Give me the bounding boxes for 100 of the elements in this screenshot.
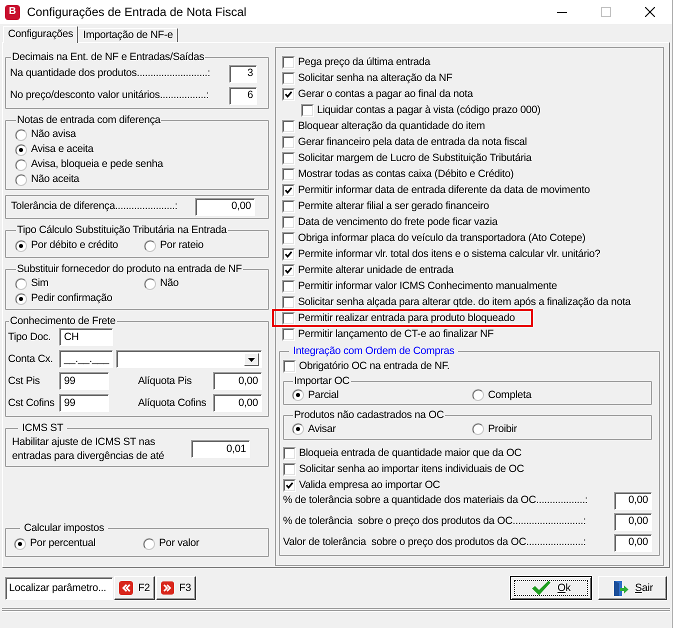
radio-button[interactable] [15, 144, 27, 156]
input-field[interactable]: 99 [59, 394, 109, 412]
radio-label[interactable]: Proibir [488, 422, 517, 436]
checkbox[interactable] [282, 216, 295, 228]
checkbox[interactable] [283, 478, 296, 492]
checkbox-label[interactable]: Bloqueia entrada de quantidade maior que da OC [299, 446, 522, 460]
action-button[interactable]: Ok [510, 576, 592, 600]
radio-label[interactable]: Parcial [308, 388, 339, 402]
input-field[interactable]: 6 [229, 86, 257, 104]
checkbox[interactable] [282, 56, 295, 68]
checkbox[interactable] [282, 184, 295, 196]
checkbox-label[interactable]: Obrigatório OC na entrada de NF. [299, 360, 450, 372]
nav-button[interactable]: F3 [156, 576, 196, 600]
checkbox-label[interactable]: Permitir realizar entrada para produto bloqueado [298, 312, 515, 324]
checkbox-label[interactable]: Pega preço da última entrada [298, 56, 430, 68]
input-field[interactable]: 0,00 [213, 394, 262, 412]
checkbox-label[interactable]: Solicitar margem de Lucro de Substituição Tributária [298, 152, 532, 164]
checkbox[interactable] [282, 168, 295, 180]
input-field[interactable]: 0,00 [614, 512, 652, 530]
search-field[interactable]: Localizar parâmetro... [5, 576, 113, 600]
input-field[interactable]: 0,00 [195, 198, 255, 216]
radio-label[interactable]: Não [160, 277, 179, 290]
checkbox-label[interactable]: Permitir informar data de entrada diferente da data de movimento [298, 184, 590, 196]
field-label: Cst Cofins [8, 396, 56, 410]
checkbox[interactable] [282, 264, 295, 276]
radio-button[interactable] [15, 278, 27, 290]
radio-label[interactable]: Por rateio [160, 239, 204, 252]
checkbox-label[interactable]: Permite alterar filial a ser gerado financeiro [298, 200, 489, 212]
door-exit-icon [612, 580, 630, 596]
checkbox[interactable] [282, 200, 295, 212]
input-field[interactable]: 0,00 [614, 534, 652, 552]
radio-button[interactable] [472, 389, 484, 401]
checkbox-label[interactable]: Solicitar senha alçada para alterar qtde. do item após a finalização da nota [298, 296, 631, 308]
checkbox-label[interactable]: Permite informar vlr. total dos itens e o sistema calcular vlr. unitário? [298, 248, 600, 260]
checkbox[interactable] [282, 88, 295, 100]
radio-label[interactable]: Por débito e crédito [31, 239, 118, 252]
checkbox[interactable] [283, 462, 296, 476]
radio-button[interactable] [292, 389, 304, 401]
checkbox-label[interactable]: Obriga informar placa do veículo da transportadora (Ato Cotepe) [298, 232, 586, 244]
radio-label[interactable]: Por valor [159, 537, 200, 550]
input-field[interactable]: 3 [229, 64, 257, 82]
checkbox-label[interactable]: Bloquear alteração da quantidade do item [298, 120, 485, 132]
checkbox[interactable] [282, 72, 295, 84]
radio-label[interactable]: Completa [488, 388, 532, 402]
input-field[interactable]: 0,00 [213, 372, 262, 390]
checkbox-label[interactable]: Gerar o contas a pagar ao final da nota [298, 88, 473, 100]
checkbox-label[interactable]: Gerar financeiro pela data de entrada da nota fiscal [298, 136, 527, 148]
checkbox-label[interactable]: Permite alterar unidade de entrada [298, 264, 454, 276]
checkbox[interactable] [282, 328, 295, 340]
checkbox[interactable] [301, 104, 314, 116]
input-field[interactable]: 0,01 [191, 440, 250, 458]
nav-button[interactable]: F2 [114, 576, 155, 600]
radio-button[interactable] [292, 423, 304, 435]
radio-label[interactable]: Pedir confirmação [31, 292, 112, 305]
input-field[interactable]: __.__.___ [59, 350, 113, 368]
checkbox-label[interactable]: Liquidar contas a pagar à vista (código prazo 000) [317, 104, 540, 116]
checkbox-label[interactable]: Permitir lançamento de CT-e ao finalizar NF [298, 328, 494, 340]
input-field[interactable]: 0,00 [614, 492, 652, 510]
radio-button[interactable] [15, 128, 27, 140]
radio-button[interactable] [14, 538, 26, 550]
tab[interactable]: Importação de NF-e [78, 28, 178, 42]
radio-button[interactable] [15, 174, 27, 186]
radio-button[interactable] [15, 292, 27, 304]
checkbox[interactable] [282, 312, 295, 324]
radio-label[interactable]: Por percentual [30, 537, 96, 550]
radio-button[interactable] [472, 423, 484, 435]
radio-label[interactable]: Avisa e aceita [31, 143, 94, 156]
checkbox-label[interactable]: Data de vencimento do frete pode ficar vazia [298, 216, 498, 228]
dropdown-button[interactable] [244, 353, 259, 366]
group-title: ICMS ST [21, 422, 64, 435]
radio-button[interactable] [15, 158, 27, 170]
checkbox[interactable] [282, 296, 295, 308]
checkbox-label[interactable]: Valida empresa ao importar OC [299, 478, 440, 492]
checkbox-label[interactable]: Permitir informar valor ICMS Conhecimento manualmente [298, 280, 557, 292]
radio-label[interactable]: Sim [31, 277, 48, 290]
tab[interactable]: Configurações [3, 26, 78, 43]
checkbox-label[interactable]: Solicitar senha ao importar itens individuais de OC [299, 462, 524, 476]
radio-label[interactable]: Avisa, bloqueia e pede senha [31, 158, 163, 171]
checkbox[interactable] [282, 152, 295, 164]
radio-button[interactable] [144, 240, 156, 252]
checkbox[interactable] [283, 446, 296, 460]
checkbox[interactable] [282, 136, 295, 148]
radio-button[interactable] [143, 538, 155, 550]
input-field[interactable]: CH [59, 328, 113, 346]
radio-button[interactable] [15, 240, 27, 252]
checkbox-label[interactable]: Solicitar senha na alteração da NF [298, 72, 452, 84]
dropdown-field[interactable] [116, 350, 262, 368]
radio-label[interactable]: Avisar [308, 422, 336, 436]
checkbox-label[interactable]: Mostrar todas as contas caixa (Débito e Crédito) [298, 168, 514, 180]
radio-button[interactable] [144, 278, 156, 290]
checkbox[interactable] [282, 120, 295, 132]
action-button[interactable]: Sair [598, 576, 667, 600]
checkbox[interactable] [283, 360, 296, 372]
checkbox[interactable] [282, 280, 295, 292]
radio-label[interactable]: Não avisa [31, 128, 76, 141]
radio-label[interactable]: Não aceita [31, 173, 80, 186]
checkbox[interactable] [282, 232, 295, 244]
checkbox[interactable] [282, 248, 295, 260]
input-field[interactable]: 99 [59, 372, 109, 390]
group-title: Conhecimento de Frete [9, 315, 117, 328]
